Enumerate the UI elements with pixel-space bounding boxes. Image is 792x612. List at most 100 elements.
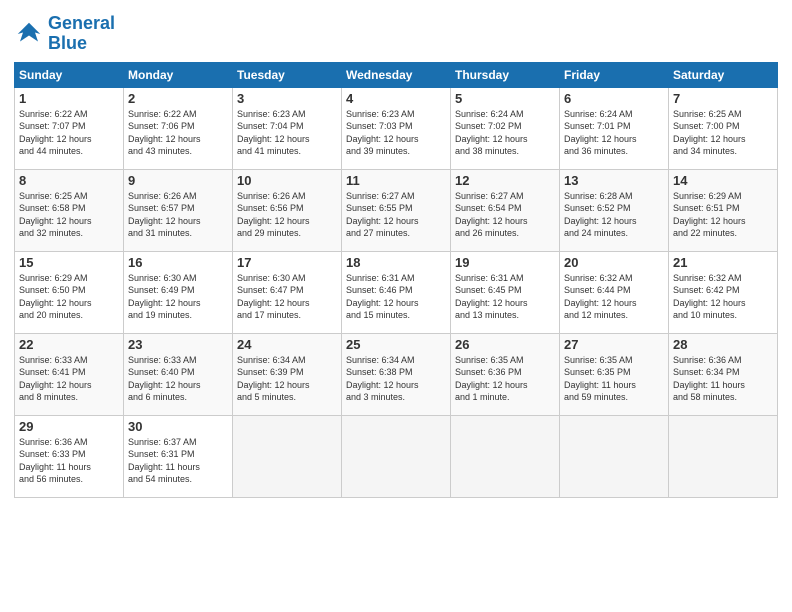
day-number: 30 (128, 419, 228, 434)
page-container: General Blue SundayMondayTuesdayWednesda… (0, 0, 792, 508)
day-number: 24 (237, 337, 337, 352)
day-number: 11 (346, 173, 446, 188)
calendar-header-saturday: Saturday (669, 62, 778, 87)
calendar-header-row: SundayMondayTuesdayWednesdayThursdayFrid… (15, 62, 778, 87)
day-info: Sunrise: 6:28 AM Sunset: 6:52 PM Dayligh… (564, 190, 664, 240)
day-info: Sunrise: 6:22 AM Sunset: 7:07 PM Dayligh… (19, 108, 119, 158)
day-number: 25 (346, 337, 446, 352)
day-info: Sunrise: 6:25 AM Sunset: 7:00 PM Dayligh… (673, 108, 773, 158)
day-info: Sunrise: 6:32 AM Sunset: 6:44 PM Dayligh… (564, 272, 664, 322)
calendar-week-1: 1 Sunrise: 6:22 AM Sunset: 7:07 PM Daylig… (15, 87, 778, 169)
calendar-cell: 5Sunrise: 6:24 AM Sunset: 7:02 PM Daylig… (451, 87, 560, 169)
calendar-table: SundayMondayTuesdayWednesdayThursdayFrid… (14, 62, 778, 498)
day-number: 6 (564, 91, 664, 106)
calendar-cell: 15Sunrise: 6:29 AM Sunset: 6:50 PM Dayli… (15, 251, 124, 333)
day-info: Sunrise: 6:33 AM Sunset: 6:41 PM Dayligh… (19, 354, 119, 404)
header: General Blue (14, 10, 778, 54)
day-info: Sunrise: 6:26 AM Sunset: 6:57 PM Dayligh… (128, 190, 228, 240)
calendar-cell (669, 415, 778, 497)
day-number: 18 (346, 255, 446, 270)
calendar-cell: 12Sunrise: 6:27 AM Sunset: 6:54 PM Dayli… (451, 169, 560, 251)
day-number: 28 (673, 337, 773, 352)
calendar-cell: 8 Sunrise: 6:25 AM Sunset: 6:58 PM Daylig… (15, 169, 124, 251)
logo-text: General Blue (48, 14, 115, 54)
calendar-week-3: 15Sunrise: 6:29 AM Sunset: 6:50 PM Dayli… (15, 251, 778, 333)
calendar-cell: 1 Sunrise: 6:22 AM Sunset: 7:07 PM Daylig… (15, 87, 124, 169)
calendar-cell: 19Sunrise: 6:31 AM Sunset: 6:45 PM Dayli… (451, 251, 560, 333)
calendar-header-tuesday: Tuesday (233, 62, 342, 87)
calendar-cell: 29 Sunrise: 6:36 AM Sunset: 6:33 PM Dayli… (15, 415, 124, 497)
calendar-cell: 2 Sunrise: 6:22 AM Sunset: 7:06 PM Daylig… (124, 87, 233, 169)
day-info: Sunrise: 6:34 AM Sunset: 6:39 PM Dayligh… (237, 354, 337, 404)
calendar-cell: 6 Sunrise: 6:24 AM Sunset: 7:01 PM Daylig… (560, 87, 669, 169)
calendar-cell (560, 415, 669, 497)
calendar-cell: 28Sunrise: 6:36 AM Sunset: 6:34 PM Dayli… (669, 333, 778, 415)
calendar-cell: 13 Sunrise: 6:28 AM Sunset: 6:52 PM Dayli… (560, 169, 669, 251)
day-info: Sunrise: 6:31 AM Sunset: 6:46 PM Dayligh… (346, 272, 446, 322)
day-info: Sunrise: 6:34 AM Sunset: 6:38 PM Dayligh… (346, 354, 446, 404)
day-info: Sunrise: 6:24 AM Sunset: 7:01 PM Dayligh… (564, 108, 664, 158)
day-number: 19 (455, 255, 555, 270)
calendar-header-sunday: Sunday (15, 62, 124, 87)
day-number: 3 (237, 91, 337, 106)
calendar-week-2: 8 Sunrise: 6:25 AM Sunset: 6:58 PM Daylig… (15, 169, 778, 251)
calendar-cell: 9 Sunrise: 6:26 AM Sunset: 6:57 PM Daylig… (124, 169, 233, 251)
logo-icon (14, 19, 44, 49)
calendar-cell: 20 Sunrise: 6:32 AM Sunset: 6:44 PM Dayli… (560, 251, 669, 333)
calendar-header-monday: Monday (124, 62, 233, 87)
calendar-cell: 14 Sunrise: 6:29 AM Sunset: 6:51 PM Dayli… (669, 169, 778, 251)
calendar-header-thursday: Thursday (451, 62, 560, 87)
day-info: Sunrise: 6:30 AM Sunset: 6:47 PM Dayligh… (237, 272, 337, 322)
calendar-cell: 27 Sunrise: 6:35 AM Sunset: 6:35 PM Dayli… (560, 333, 669, 415)
calendar-header-friday: Friday (560, 62, 669, 87)
day-number: 8 (19, 173, 119, 188)
day-info: Sunrise: 6:27 AM Sunset: 6:55 PM Dayligh… (346, 190, 446, 240)
day-number: 14 (673, 173, 773, 188)
day-info: Sunrise: 6:23 AM Sunset: 7:03 PM Dayligh… (346, 108, 446, 158)
calendar-cell (342, 415, 451, 497)
day-info: Sunrise: 6:35 AM Sunset: 6:35 PM Dayligh… (564, 354, 664, 404)
day-number: 20 (564, 255, 664, 270)
day-number: 27 (564, 337, 664, 352)
day-info: Sunrise: 6:35 AM Sunset: 6:36 PM Dayligh… (455, 354, 555, 404)
day-info: Sunrise: 6:26 AM Sunset: 6:56 PM Dayligh… (237, 190, 337, 240)
calendar-cell: 4 Sunrise: 6:23 AM Sunset: 7:03 PM Daylig… (342, 87, 451, 169)
calendar-cell: 23Sunrise: 6:33 AM Sunset: 6:40 PM Dayli… (124, 333, 233, 415)
calendar-cell: 22 Sunrise: 6:33 AM Sunset: 6:41 PM Dayli… (15, 333, 124, 415)
day-number: 15 (19, 255, 119, 270)
day-number: 2 (128, 91, 228, 106)
day-info: Sunrise: 6:22 AM Sunset: 7:06 PM Dayligh… (128, 108, 228, 158)
calendar-cell: 24 Sunrise: 6:34 AM Sunset: 6:39 PM Dayli… (233, 333, 342, 415)
calendar-cell (451, 415, 560, 497)
day-info: Sunrise: 6:23 AM Sunset: 7:04 PM Dayligh… (237, 108, 337, 158)
calendar-cell: 17Sunrise: 6:30 AM Sunset: 6:47 PM Dayli… (233, 251, 342, 333)
calendar-week-4: 22 Sunrise: 6:33 AM Sunset: 6:41 PM Dayli… (15, 333, 778, 415)
day-number: 22 (19, 337, 119, 352)
day-number: 13 (564, 173, 664, 188)
day-number: 16 (128, 255, 228, 270)
calendar-cell: 25 Sunrise: 6:34 AM Sunset: 6:38 PM Dayli… (342, 333, 451, 415)
day-info: Sunrise: 6:30 AM Sunset: 6:49 PM Dayligh… (128, 272, 228, 322)
day-info: Sunrise: 6:36 AM Sunset: 6:33 PM Dayligh… (19, 436, 119, 486)
day-info: Sunrise: 6:24 AM Sunset: 7:02 PM Dayligh… (455, 108, 555, 158)
day-info: Sunrise: 6:37 AM Sunset: 6:31 PM Dayligh… (128, 436, 228, 486)
day-info: Sunrise: 6:25 AM Sunset: 6:58 PM Dayligh… (19, 190, 119, 240)
day-number: 4 (346, 91, 446, 106)
calendar-header-wednesday: Wednesday (342, 62, 451, 87)
calendar-week-5: 29 Sunrise: 6:36 AM Sunset: 6:33 PM Dayli… (15, 415, 778, 497)
day-number: 23 (128, 337, 228, 352)
calendar-cell: 11 Sunrise: 6:27 AM Sunset: 6:55 PM Dayli… (342, 169, 451, 251)
day-number: 21 (673, 255, 773, 270)
calendar-cell (233, 415, 342, 497)
calendar-cell: 7Sunrise: 6:25 AM Sunset: 7:00 PM Daylig… (669, 87, 778, 169)
calendar-cell: 10 Sunrise: 6:26 AM Sunset: 6:56 PM Dayli… (233, 169, 342, 251)
calendar-cell: 26Sunrise: 6:35 AM Sunset: 6:36 PM Dayli… (451, 333, 560, 415)
day-info: Sunrise: 6:29 AM Sunset: 6:51 PM Dayligh… (673, 190, 773, 240)
day-number: 29 (19, 419, 119, 434)
day-number: 9 (128, 173, 228, 188)
calendar-cell: 21Sunrise: 6:32 AM Sunset: 6:42 PM Dayli… (669, 251, 778, 333)
logo: General Blue (14, 10, 115, 54)
day-number: 10 (237, 173, 337, 188)
day-number: 1 (19, 91, 119, 106)
day-number: 12 (455, 173, 555, 188)
